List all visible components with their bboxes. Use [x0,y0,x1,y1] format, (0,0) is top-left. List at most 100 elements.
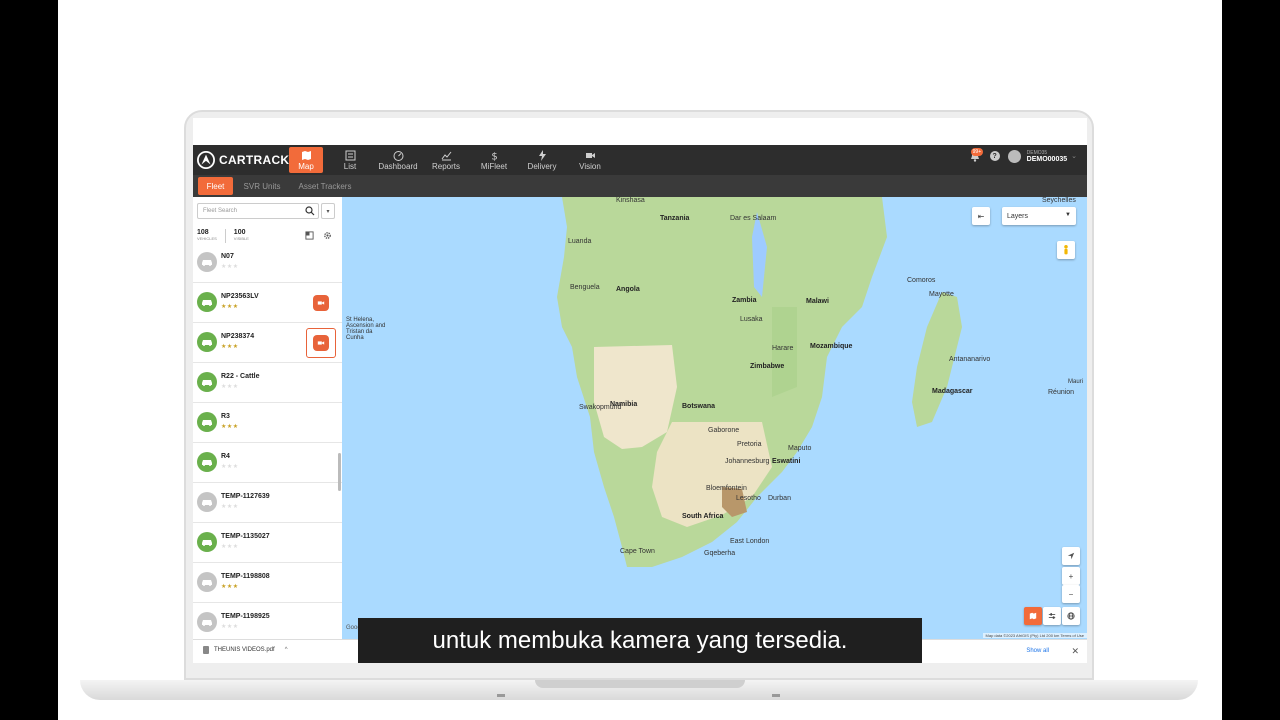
map-label-angola: Angola [616,286,640,293]
vehicle-camera-button[interactable] [313,295,329,311]
map-label-durban: Durban [768,495,791,502]
my-location-button[interactable] [1062,547,1080,565]
vehicle-status-icon [197,292,217,312]
svg-text:$: $ [491,151,497,161]
cartrack-logo-text: CARTRACK [219,153,290,167]
close-download-bar-icon[interactable]: ✕ [1071,646,1079,657]
user-menu[interactable]: DEMO35 DEMO00035 [1027,150,1067,163]
nav-item-reports[interactable]: Reports [425,147,467,173]
vehicle-list-item[interactable]: TEMP-1135027 ★★★ [193,523,342,563]
map-label-gaborone: Gaborone [708,427,740,434]
fleet-search-input[interactable]: Fleet Search [197,203,319,219]
map-settings-button[interactable] [1043,607,1061,625]
notification-badge: 99+ [970,148,984,156]
sliders-icon [1048,613,1056,619]
toggle-view-icon[interactable] [305,231,314,240]
vehicle-status-icon [197,372,217,392]
subtab-asset-trackers[interactable]: Asset Trackers [296,177,354,195]
nav-item-label: MiFleet [480,161,508,171]
vehicle-list: N07 ★★★ NP23563LV ★★★ NP238374 ★★★ R22 - Cattl… [193,243,342,639]
map-label-johannesburg: Johannesburg [725,458,770,465]
layers-dropdown[interactable]: Layers ▼ [1002,207,1076,225]
map-label-lusaka: Lusaka [740,316,763,323]
vehicle-list-item[interactable]: R3 ★★★ [193,403,342,443]
vehicle-status-icon [197,572,217,592]
vehicle-rating-stars: ★★★ [221,464,239,470]
help-button[interactable]: ? [989,151,1000,161]
vehicle-list-item[interactable]: N07 ★★★ [193,243,342,283]
car-icon [202,540,212,546]
nav-item-mifleet[interactable]: $ MiFleet [473,147,515,173]
vehicle-list-item[interactable]: R4 ★★★ [193,443,342,483]
dollar-icon: $ [491,151,497,161]
map-type-button[interactable] [1024,607,1042,625]
map-icon [1029,612,1037,620]
nav-item-dashboard[interactable]: Dashboard [377,147,419,173]
map-label-harare: Harare [772,345,794,352]
car-icon [202,340,212,346]
globe-button[interactable] [1062,607,1080,625]
map-label-kinshasa: Kinshasa [616,197,645,204]
vehicle-camera-button[interactable] [306,328,336,358]
visible-count: 100 VISIBLE [234,229,249,243]
camera-icon [317,301,325,305]
map-label-botswana: Botswana [682,403,716,410]
vehicle-rating-stars: ★★★ [221,264,239,270]
vehicle-rating-stars: ★★★ [221,544,239,550]
vehicle-name: R3 [221,413,230,420]
nav-item-map[interactable]: Map [289,147,323,173]
vehicle-list-item[interactable]: TEMP-1198808 ★★★ [193,563,342,603]
vehicle-rating-stars: ★★★ [221,624,239,630]
nav-item-list[interactable]: List [329,147,371,173]
laptop-foot [497,694,505,697]
vehicle-list-scrollbar[interactable] [338,453,341,491]
vehicle-list-item[interactable]: TEMP-1127639 ★★★ [193,483,342,523]
map-label-south-africa: South Africa [682,513,724,520]
map-label-lesotho: Lesotho [736,495,761,502]
map-label-bloemfontein: Bloemfontein [706,485,747,492]
car-icon [202,260,212,266]
vehicle-rating-stars: ★★★ [221,584,239,590]
pegman-icon [1064,245,1068,255]
zoom-out-button[interactable]: − [1062,585,1080,603]
download-file-name: THEUNIS VIDEOS.pdf [214,647,275,653]
zoom-in-button[interactable]: + [1062,567,1080,585]
vehicle-list-item[interactable]: TEMP-1198925 ★★★ [193,603,342,639]
collapse-sidebar-button[interactable]: ⇤ [972,207,990,225]
map-label-mozambique: Mozambique [810,343,853,350]
vehicles-count-label: VEHICLES [197,236,217,241]
vehicle-status-icon [197,252,217,272]
show-all-downloads-link[interactable]: Show all [1026,648,1049,654]
vehicle-name: TEMP-1198925 [221,613,270,620]
gear-icon[interactable] [323,231,332,240]
notifications-button[interactable]: 99+ [968,148,984,163]
reports-icon [441,151,451,160]
map-label-benguela: Benguela [570,284,600,291]
download-item[interactable]: THEUNIS VIDEOS.pdf ^ [203,646,288,654]
map-attribution[interactable]: Map data ©2023 AfriGIS (Pty) Ltd 200 km … [982,633,1087,638]
nav-item-vision[interactable]: Vision [569,147,611,173]
vehicle-name: TEMP-1127639 [221,493,270,500]
laptop-foot [772,694,780,697]
map-label-seychelles: Seychelles [1042,197,1076,204]
map-label-dar-es-salaam: Dar es Salaam [730,215,777,222]
vehicle-list-item[interactable]: NP23563LV ★★★ [193,283,342,323]
street-view-pegman-button[interactable] [1057,241,1075,259]
subtab-fleet[interactable]: Fleet [198,177,233,195]
user-avatar[interactable] [1007,149,1021,163]
vehicle-rating-stars: ★★★ [221,344,239,350]
download-options-chevron-icon[interactable]: ^ [285,647,288,653]
cartrack-logo[interactable]: CARTRACK [197,151,289,169]
user-menu-chevron-icon[interactable]: ⌄ [1071,152,1077,160]
vehicle-list-item[interactable]: NP238374 ★★★ [193,323,342,363]
search-icon[interactable] [305,206,315,216]
map-view[interactable]: Tanzania Dar es Salaam Seychelles Kinshasa L… [342,197,1087,639]
fleet-filter-dropdown[interactable]: ▾ [321,203,335,219]
video-camera-icon [585,152,595,158]
nav-item-delivery[interactable]: Delivery [521,147,563,173]
subtab-svr-units[interactable]: SVR Units [241,177,283,195]
vehicle-list-item[interactable]: R22 - Cattle ★★★ [193,363,342,403]
camera-icon [317,341,325,345]
sub-navigation-bar: Fleet SVR Units Asset Trackers [193,175,1087,197]
laptop-screen-bezel [193,118,1087,145]
